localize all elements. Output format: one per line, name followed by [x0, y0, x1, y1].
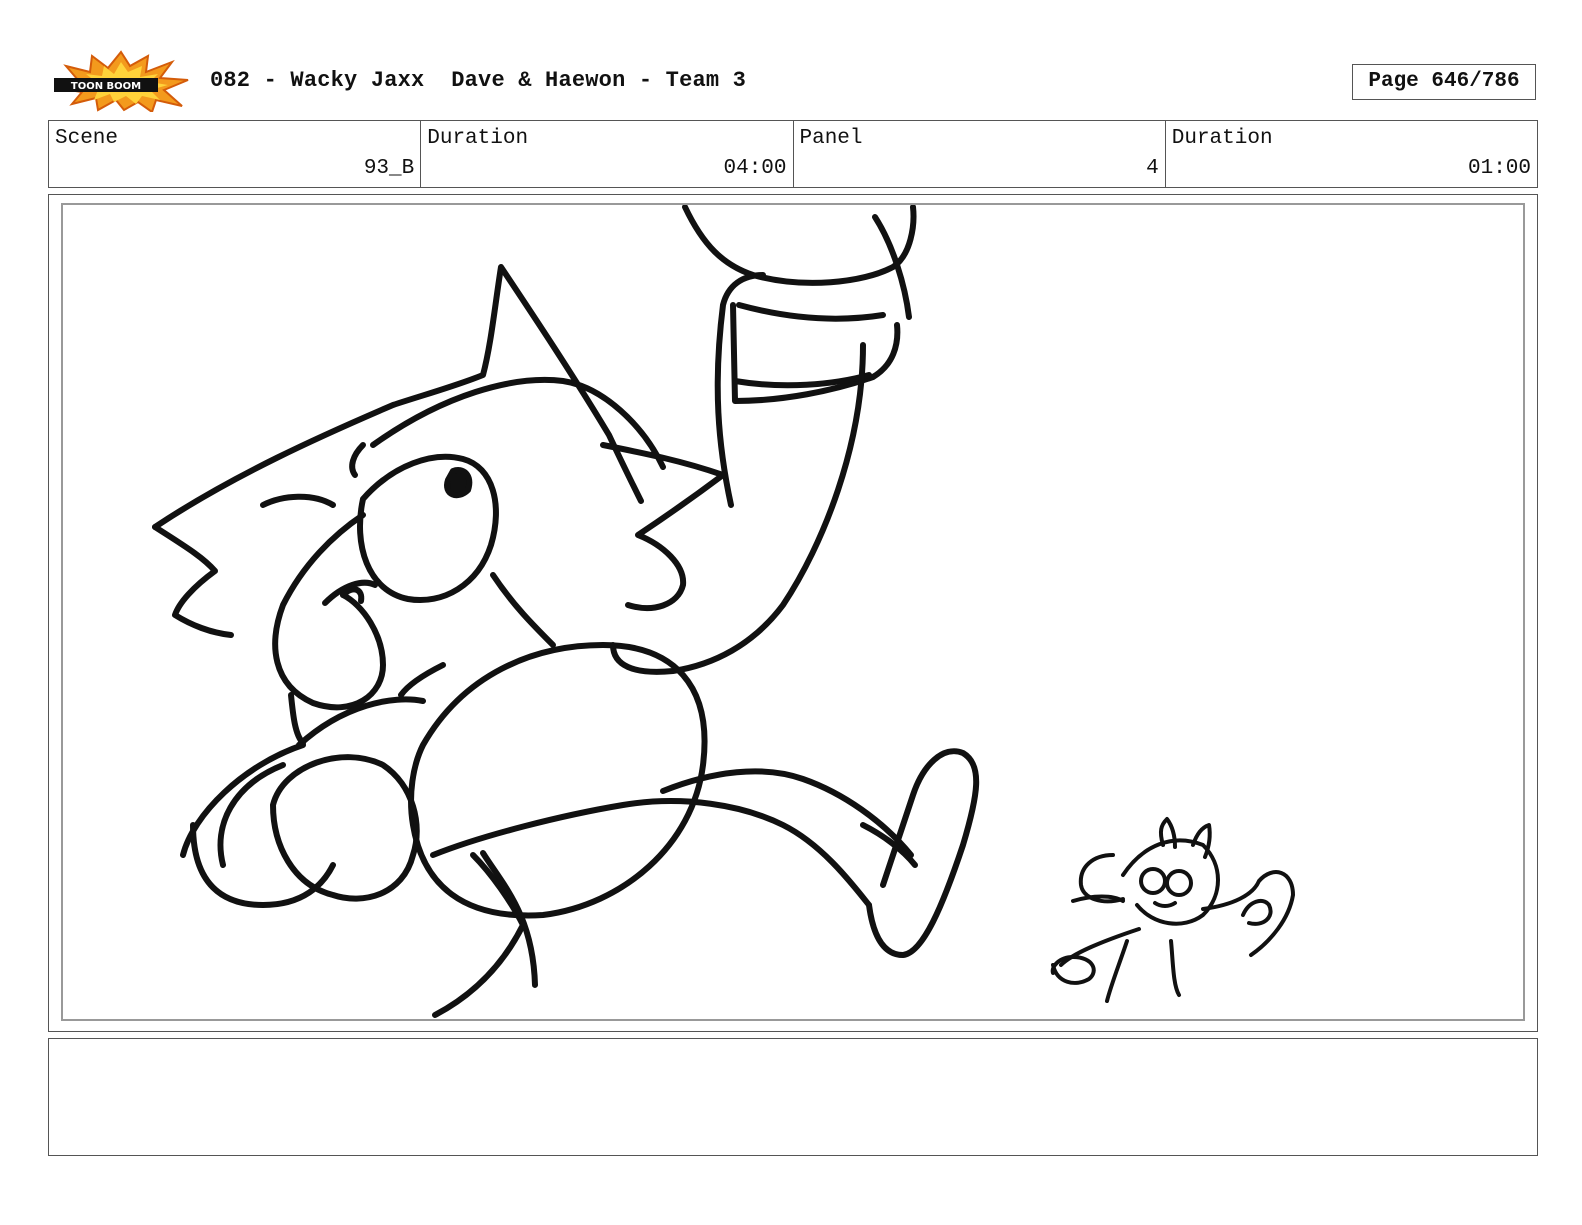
scene-value: 93_B: [363, 157, 415, 180]
small-character-sketch: [1050, 817, 1295, 1003]
logo-text: TOON BOOM: [71, 81, 141, 92]
panel-notes-area: [48, 1038, 1538, 1156]
scene-info-table: Scene 93_B Duration 04:00 Panel 4 Durati…: [48, 120, 1538, 188]
large-character-sketch: [152, 205, 980, 1018]
panel-label: Panel: [799, 127, 863, 150]
scene-label: Scene: [55, 127, 119, 150]
storyboard-header: TOON BOOM 082 - Wacky Jaxx Dave & Haewon…: [0, 0, 1582, 120]
toonboom-logo: TOON BOOM: [52, 50, 190, 114]
panel-duration-cell: Duration 01:00: [1166, 121, 1537, 187]
scene-duration-value: 04:00: [723, 157, 787, 180]
storyboard-panel-frame: [48, 194, 1538, 1032]
scene-duration-cell: Duration 04:00: [421, 121, 794, 187]
storyboard-title: 082 - Wacky Jaxx Dave & Haewon - Team 3: [210, 68, 747, 93]
storyboard-panel-drawing: [61, 203, 1525, 1021]
page-indicator: Page 646/786: [1352, 64, 1536, 100]
panel-duration-label: Duration: [1171, 127, 1273, 150]
panel-cell: Panel 4: [794, 121, 1166, 187]
panel-value: 4: [1146, 157, 1159, 180]
scene-cell: Scene 93_B: [49, 121, 422, 187]
panel-duration-value: 01:00: [1467, 157, 1531, 180]
scene-duration-label: Duration: [427, 127, 529, 150]
